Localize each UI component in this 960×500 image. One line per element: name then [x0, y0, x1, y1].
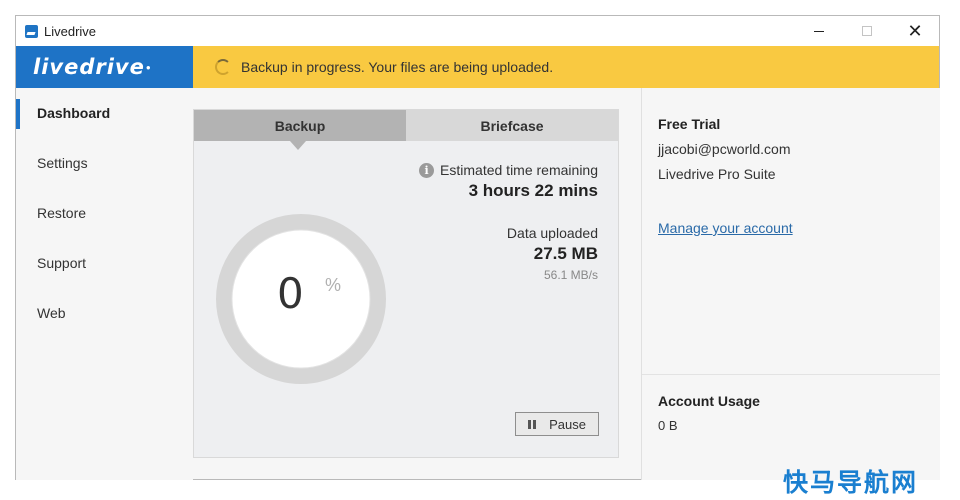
app-window: Livedrive ✕ livedrive ● Backup in progres… [15, 15, 940, 480]
plan-title: Free Trial [658, 116, 721, 132]
livedrive-logo: livedrive ● [16, 46, 193, 88]
account-panel: Free Trial jjacobi@pcworld.com Livedrive… [641, 88, 940, 480]
window-controls: ✕ [795, 16, 939, 46]
title-bar[interactable]: Livedrive ✕ [16, 16, 939, 46]
upload-rate: 56.1 MB/s [543, 268, 598, 282]
sidebar-item-dashboard[interactable]: Dashboard [16, 88, 193, 138]
maximize-icon [862, 26, 872, 36]
sidebar: Dashboard Settings Restore Support Web [16, 88, 193, 480]
progress-ring: 0 % [215, 213, 387, 385]
account-usage-value: 0 B [658, 418, 678, 433]
product-name: Livedrive Pro Suite [658, 166, 776, 182]
logo-dot: ● [145, 62, 151, 72]
panel-tabs: Backup Briefcase [194, 110, 618, 150]
spinner-icon [215, 59, 231, 75]
pause-button[interactable]: Pause [515, 412, 599, 436]
tab-briefcase[interactable]: Briefcase [406, 110, 618, 141]
pause-icon [528, 419, 538, 429]
account-info: Free Trial jjacobi@pcworld.com Livedrive… [658, 116, 793, 236]
close-icon: ✕ [907, 21, 923, 41]
minimize-button[interactable] [795, 16, 843, 46]
tab-backup[interactable]: Backup [194, 110, 406, 150]
time-remaining-row: i Estimated time remaining [419, 162, 598, 178]
time-remaining-value: 3 hours 22 mins [468, 181, 598, 200]
backup-panel: Backup Briefcase 0 % i Estimated time re… [193, 109, 619, 458]
watermark: 快马导航网 [783, 468, 919, 497]
sidebar-item-restore[interactable]: Restore [16, 188, 193, 238]
time-remaining-label: Estimated time remaining [440, 162, 598, 178]
progress-percent: 0 [277, 269, 304, 318]
livedrive-app-icon [25, 24, 38, 38]
sidebar-item-web[interactable]: Web [16, 288, 193, 338]
sidebar-item-settings[interactable]: Settings [16, 138, 193, 188]
manage-account-link[interactable]: Manage your account [658, 220, 793, 236]
data-uploaded-value: 27.5 MB [533, 244, 598, 263]
maximize-button[interactable] [843, 16, 891, 46]
header: livedrive ● Backup in progress. Your file… [16, 46, 939, 88]
info-icon: i [419, 162, 435, 178]
close-button[interactable]: ✕ [891, 16, 939, 46]
pause-label: Pause [549, 416, 586, 432]
minimize-icon [814, 30, 824, 32]
logo-text: livedrive [33, 55, 145, 79]
status-banner: Backup in progress. Your files are being… [193, 46, 939, 88]
banner-text: Backup in progress. Your files are being… [241, 59, 554, 75]
sidebar-item-support[interactable]: Support [16, 238, 193, 288]
window-title: Livedrive [44, 23, 97, 39]
percent-symbol: % [325, 275, 342, 295]
backup-stats: i Estimated time remaining 3 hours 22 mi… [419, 162, 598, 282]
data-uploaded-label: Data uploaded [506, 225, 598, 241]
account-email: jjacobi@pcworld.com [658, 141, 791, 157]
account-usage-title: Account Usage [658, 393, 760, 409]
